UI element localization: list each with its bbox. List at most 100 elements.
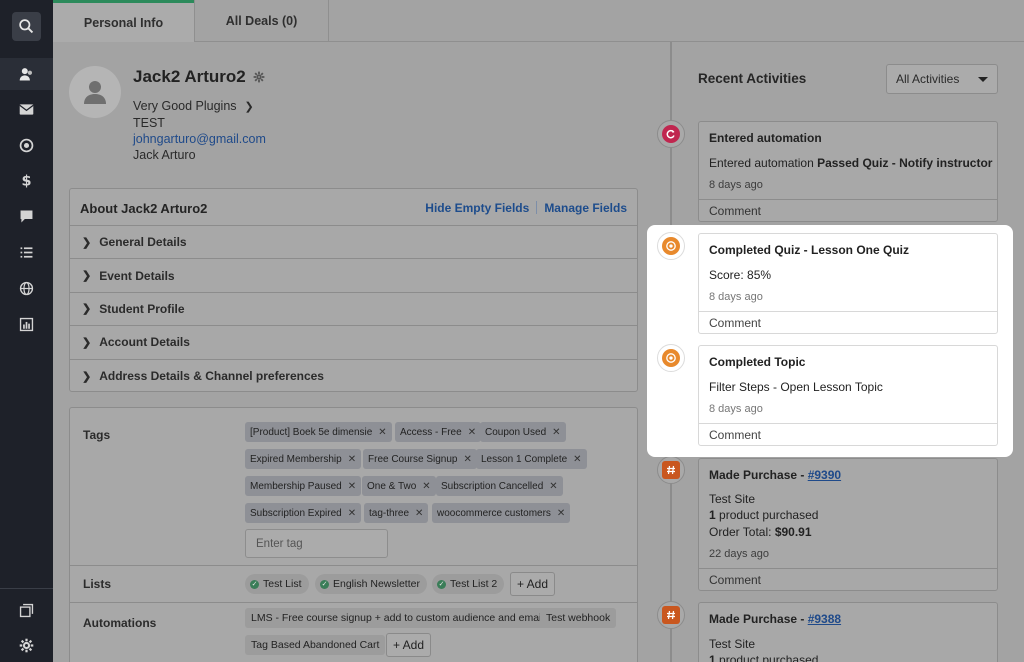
comment-button[interactable]: Comment bbox=[699, 311, 997, 333]
order-link[interactable]: #9390 bbox=[808, 468, 841, 482]
chart-icon[interactable] bbox=[12, 310, 41, 339]
section-label: Account Details bbox=[99, 335, 190, 350]
check-circle-icon: ✓ bbox=[250, 579, 259, 589]
section-account-details[interactable]: ❯ Account Details bbox=[70, 326, 637, 360]
contact-note: TEST bbox=[133, 116, 165, 130]
chat-icon[interactable] bbox=[12, 202, 41, 231]
tag-chip: One & Two ✕ bbox=[362, 476, 436, 496]
chevron-right-icon: ❯ bbox=[82, 336, 92, 349]
chevron-right-icon: ❯ bbox=[82, 370, 92, 383]
comment-button[interactable]: Comment bbox=[699, 199, 997, 221]
remove-x-icon[interactable]: ✕ bbox=[468, 427, 476, 438]
automation-chip[interactable]: LMS - Free course signup + add to custom… bbox=[245, 608, 550, 628]
settings-cog-icon[interactable] bbox=[253, 71, 265, 83]
tag-chip: Lesson 1 Complete ✕ bbox=[476, 449, 587, 469]
refresh-icon bbox=[662, 125, 680, 143]
automation-chip[interactable]: Tag Based Abandoned Cart bbox=[245, 635, 386, 655]
avatar bbox=[69, 66, 121, 118]
purchase-activity-icon bbox=[657, 456, 685, 484]
remove-x-icon[interactable]: ✕ bbox=[549, 481, 557, 492]
activity-card: Completed Quiz - Lesson One Quiz Score: … bbox=[698, 233, 998, 334]
section-event-details[interactable]: ❯ Event Details bbox=[70, 259, 637, 293]
section-label: General Details bbox=[99, 235, 187, 250]
section-student-profile[interactable]: ❯ Student Profile bbox=[70, 293, 637, 327]
remove-x-icon[interactable]: ✕ bbox=[415, 508, 423, 519]
remove-x-icon[interactable]: ✕ bbox=[348, 454, 356, 465]
remove-x-icon[interactable]: ✕ bbox=[464, 454, 472, 465]
remove-x-icon[interactable]: ✕ bbox=[348, 508, 356, 519]
section-address-details[interactable]: ❯ Address Details & Channel preferences bbox=[70, 360, 637, 393]
remove-x-icon[interactable]: ✕ bbox=[348, 481, 356, 492]
activity-products: 1 product purchased bbox=[709, 653, 819, 662]
manage-fields-link[interactable]: Manage Fields bbox=[544, 201, 627, 215]
caret-down-icon bbox=[978, 77, 988, 82]
tags-label: Tags bbox=[83, 428, 111, 442]
dollar-icon[interactable]: $ bbox=[12, 166, 41, 195]
target-icon bbox=[662, 349, 680, 367]
activity-date: 22 days ago bbox=[709, 548, 769, 560]
company-name[interactable]: Very Good Plugins bbox=[133, 99, 237, 113]
remove-x-icon[interactable]: ✕ bbox=[378, 427, 386, 438]
activity-card: Entered automation Entered automation Pa… bbox=[698, 121, 998, 222]
activity-date: 8 days ago bbox=[709, 291, 763, 303]
svg-text:$: $ bbox=[21, 174, 31, 189]
target-icon[interactable] bbox=[12, 131, 41, 160]
about-panel-header: About Jack2 Arturo2 Hide Empty Fields Ma… bbox=[70, 189, 637, 226]
filter-value: All Activities bbox=[896, 72, 960, 86]
tag-chip: Expired Membership ✕ bbox=[245, 449, 362, 469]
contact-email[interactable]: johngarturo@gmail.com bbox=[133, 132, 266, 146]
contacts-icon[interactable] bbox=[12, 60, 41, 89]
target-icon bbox=[662, 237, 680, 255]
comment-button[interactable]: Comment bbox=[699, 568, 997, 590]
automation-chip[interactable]: Test webhook bbox=[540, 608, 617, 628]
tag-chip: Subscription Expired ✕ bbox=[245, 503, 362, 523]
activity-detail: Entered automation Passed Quiz - Notify … bbox=[709, 156, 993, 170]
tags-lists-panel: Tags [Product] Boek 5e dimensie ✕ Access … bbox=[69, 407, 638, 662]
activities-filter-select[interactable]: All Activities bbox=[886, 64, 998, 94]
activity-card: Made Purchase - #9390 Test Site 1 produc… bbox=[698, 458, 998, 591]
enter-tag-input[interactable]: Enter tag bbox=[245, 529, 388, 558]
check-circle-icon: ✓ bbox=[437, 579, 446, 589]
list-icon[interactable] bbox=[12, 238, 41, 267]
tab-all-deals[interactable]: All Deals (0) bbox=[194, 0, 329, 42]
section-general-details[interactable]: ❯ General Details bbox=[70, 226, 637, 260]
tab-personal-info[interactable]: Personal Info bbox=[53, 0, 194, 42]
section-label: Student Profile bbox=[99, 301, 185, 316]
gear-icon[interactable] bbox=[12, 631, 41, 660]
activity-total: Order Total: $90.91 bbox=[709, 525, 812, 539]
mail-icon[interactable] bbox=[12, 95, 41, 124]
windows-icon[interactable] bbox=[12, 596, 41, 625]
activity-card: Completed Topic Filter Steps - Open Less… bbox=[698, 345, 998, 446]
globe-icon[interactable] bbox=[12, 274, 41, 303]
contact-name-row: Jack2 Arturo2 bbox=[133, 67, 265, 87]
company-row[interactable]: Very Good Plugins ❯ bbox=[133, 99, 254, 113]
add-list-button[interactable]: + Add bbox=[510, 572, 556, 596]
tag-chip: woocommerce customers ✕ bbox=[432, 503, 571, 523]
order-link[interactable]: #9388 bbox=[808, 612, 841, 626]
quiz-activity-icon bbox=[657, 232, 685, 260]
remove-x-icon[interactable]: ✕ bbox=[557, 508, 565, 519]
about-links: Hide Empty Fields Manage Fields bbox=[425, 201, 627, 215]
contact-full-name: Jack Arturo bbox=[133, 148, 196, 162]
remove-x-icon[interactable]: ✕ bbox=[552, 427, 560, 438]
activity-title: Made Purchase - #9388 bbox=[709, 612, 842, 626]
hash-icon bbox=[662, 606, 680, 624]
recent-activities-title: Recent Activities bbox=[698, 71, 807, 86]
automation-activity-icon bbox=[657, 120, 685, 148]
list-chip: ✓ Test List 2 bbox=[432, 574, 505, 594]
chevron-right-icon: ❯ bbox=[82, 303, 92, 316]
activity-title: Made Purchase - #9390 bbox=[709, 468, 842, 482]
about-panel: About Jack2 Arturo2 Hide Empty Fields Ma… bbox=[69, 188, 638, 392]
activity-title: Completed Topic bbox=[709, 355, 806, 369]
activity-detail: Filter Steps - Open Lesson Topic bbox=[709, 380, 883, 394]
add-automation-button[interactable]: + Add bbox=[386, 633, 432, 657]
search-icon[interactable] bbox=[12, 12, 41, 41]
purchase-activity-icon bbox=[657, 601, 685, 629]
tag-chip: Coupon Used ✕ bbox=[480, 422, 566, 442]
activity-detail: Score: 85% bbox=[709, 268, 772, 282]
activity-date: 8 days ago bbox=[709, 403, 763, 415]
remove-x-icon[interactable]: ✕ bbox=[422, 481, 430, 492]
comment-button[interactable]: Comment bbox=[699, 423, 997, 445]
remove-x-icon[interactable]: ✕ bbox=[573, 454, 581, 465]
hide-empty-fields-link[interactable]: Hide Empty Fields bbox=[425, 201, 529, 215]
